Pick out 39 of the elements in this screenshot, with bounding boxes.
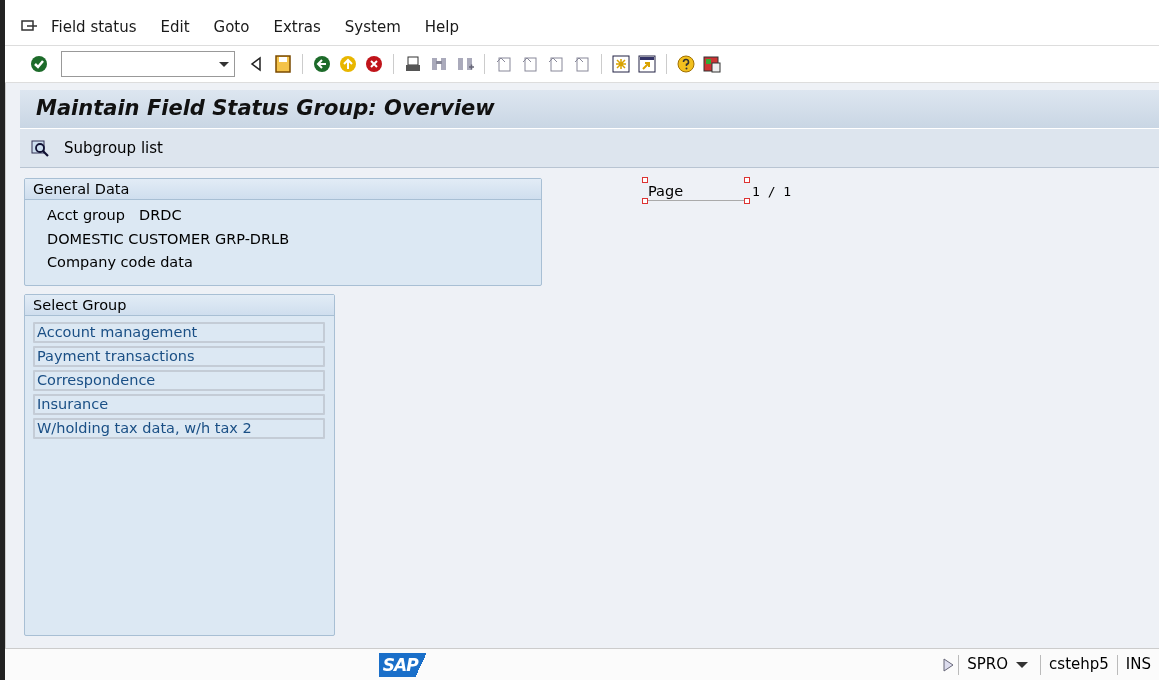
page-counter: 1 / 1 (752, 183, 792, 201)
back-icon[interactable] (312, 54, 332, 74)
menu-item[interactable]: Edit (148, 16, 202, 39)
menu-item[interactable]: Extras (261, 16, 333, 39)
field-label: Company code data (47, 253, 193, 272)
menu-item[interactable]: System (332, 16, 413, 39)
group-button[interactable]: W/holding tax data, w/h tax 2 (33, 418, 325, 439)
subgroup-list-button[interactable]: Subgroup list (30, 134, 163, 162)
cancel-icon[interactable] (364, 54, 384, 74)
server-name: cstehp5 (1048, 654, 1110, 676)
field-value: DRDC (139, 206, 182, 225)
page-label: Page (646, 181, 746, 201)
field-label: Acct group (47, 206, 125, 225)
group-button[interactable]: Account management (33, 322, 325, 343)
input-mode: INS (1124, 654, 1152, 676)
magnifier-icon[interactable] (30, 138, 50, 158)
enter-icon[interactable] (29, 54, 49, 74)
menu-item[interactable]: Field status (39, 16, 149, 39)
resize-handle[interactable] (744, 198, 750, 204)
shortcut-icon[interactable] (637, 54, 657, 74)
menu-item[interactable]: Goto (201, 16, 262, 39)
command-field[interactable] (61, 51, 235, 77)
new-window-icon[interactable] (611, 54, 631, 74)
help-icon[interactable] (676, 54, 696, 74)
panel-title: Select Group (25, 295, 334, 316)
layout-icon[interactable] (702, 54, 722, 74)
resize-handle[interactable] (642, 198, 648, 204)
transaction-dropdown[interactable]: SPRO (959, 653, 1041, 676)
group-button[interactable]: Correspondence (33, 370, 325, 391)
screen-title: Maintain Field Status Group: Overview (36, 96, 495, 122)
resize-handle[interactable] (642, 177, 648, 183)
panel-title: General Data (25, 179, 541, 200)
group-button[interactable]: Payment transactions (33, 346, 325, 367)
field-label: DOMESTIC CUSTOMER GRP-DRLB (47, 229, 290, 249)
menu-item[interactable]: Help (412, 16, 471, 39)
resize-handle[interactable] (744, 177, 750, 183)
group-button[interactable]: Insurance (33, 394, 325, 415)
save-icon[interactable] (273, 54, 293, 74)
print-icon[interactable] (403, 54, 423, 74)
